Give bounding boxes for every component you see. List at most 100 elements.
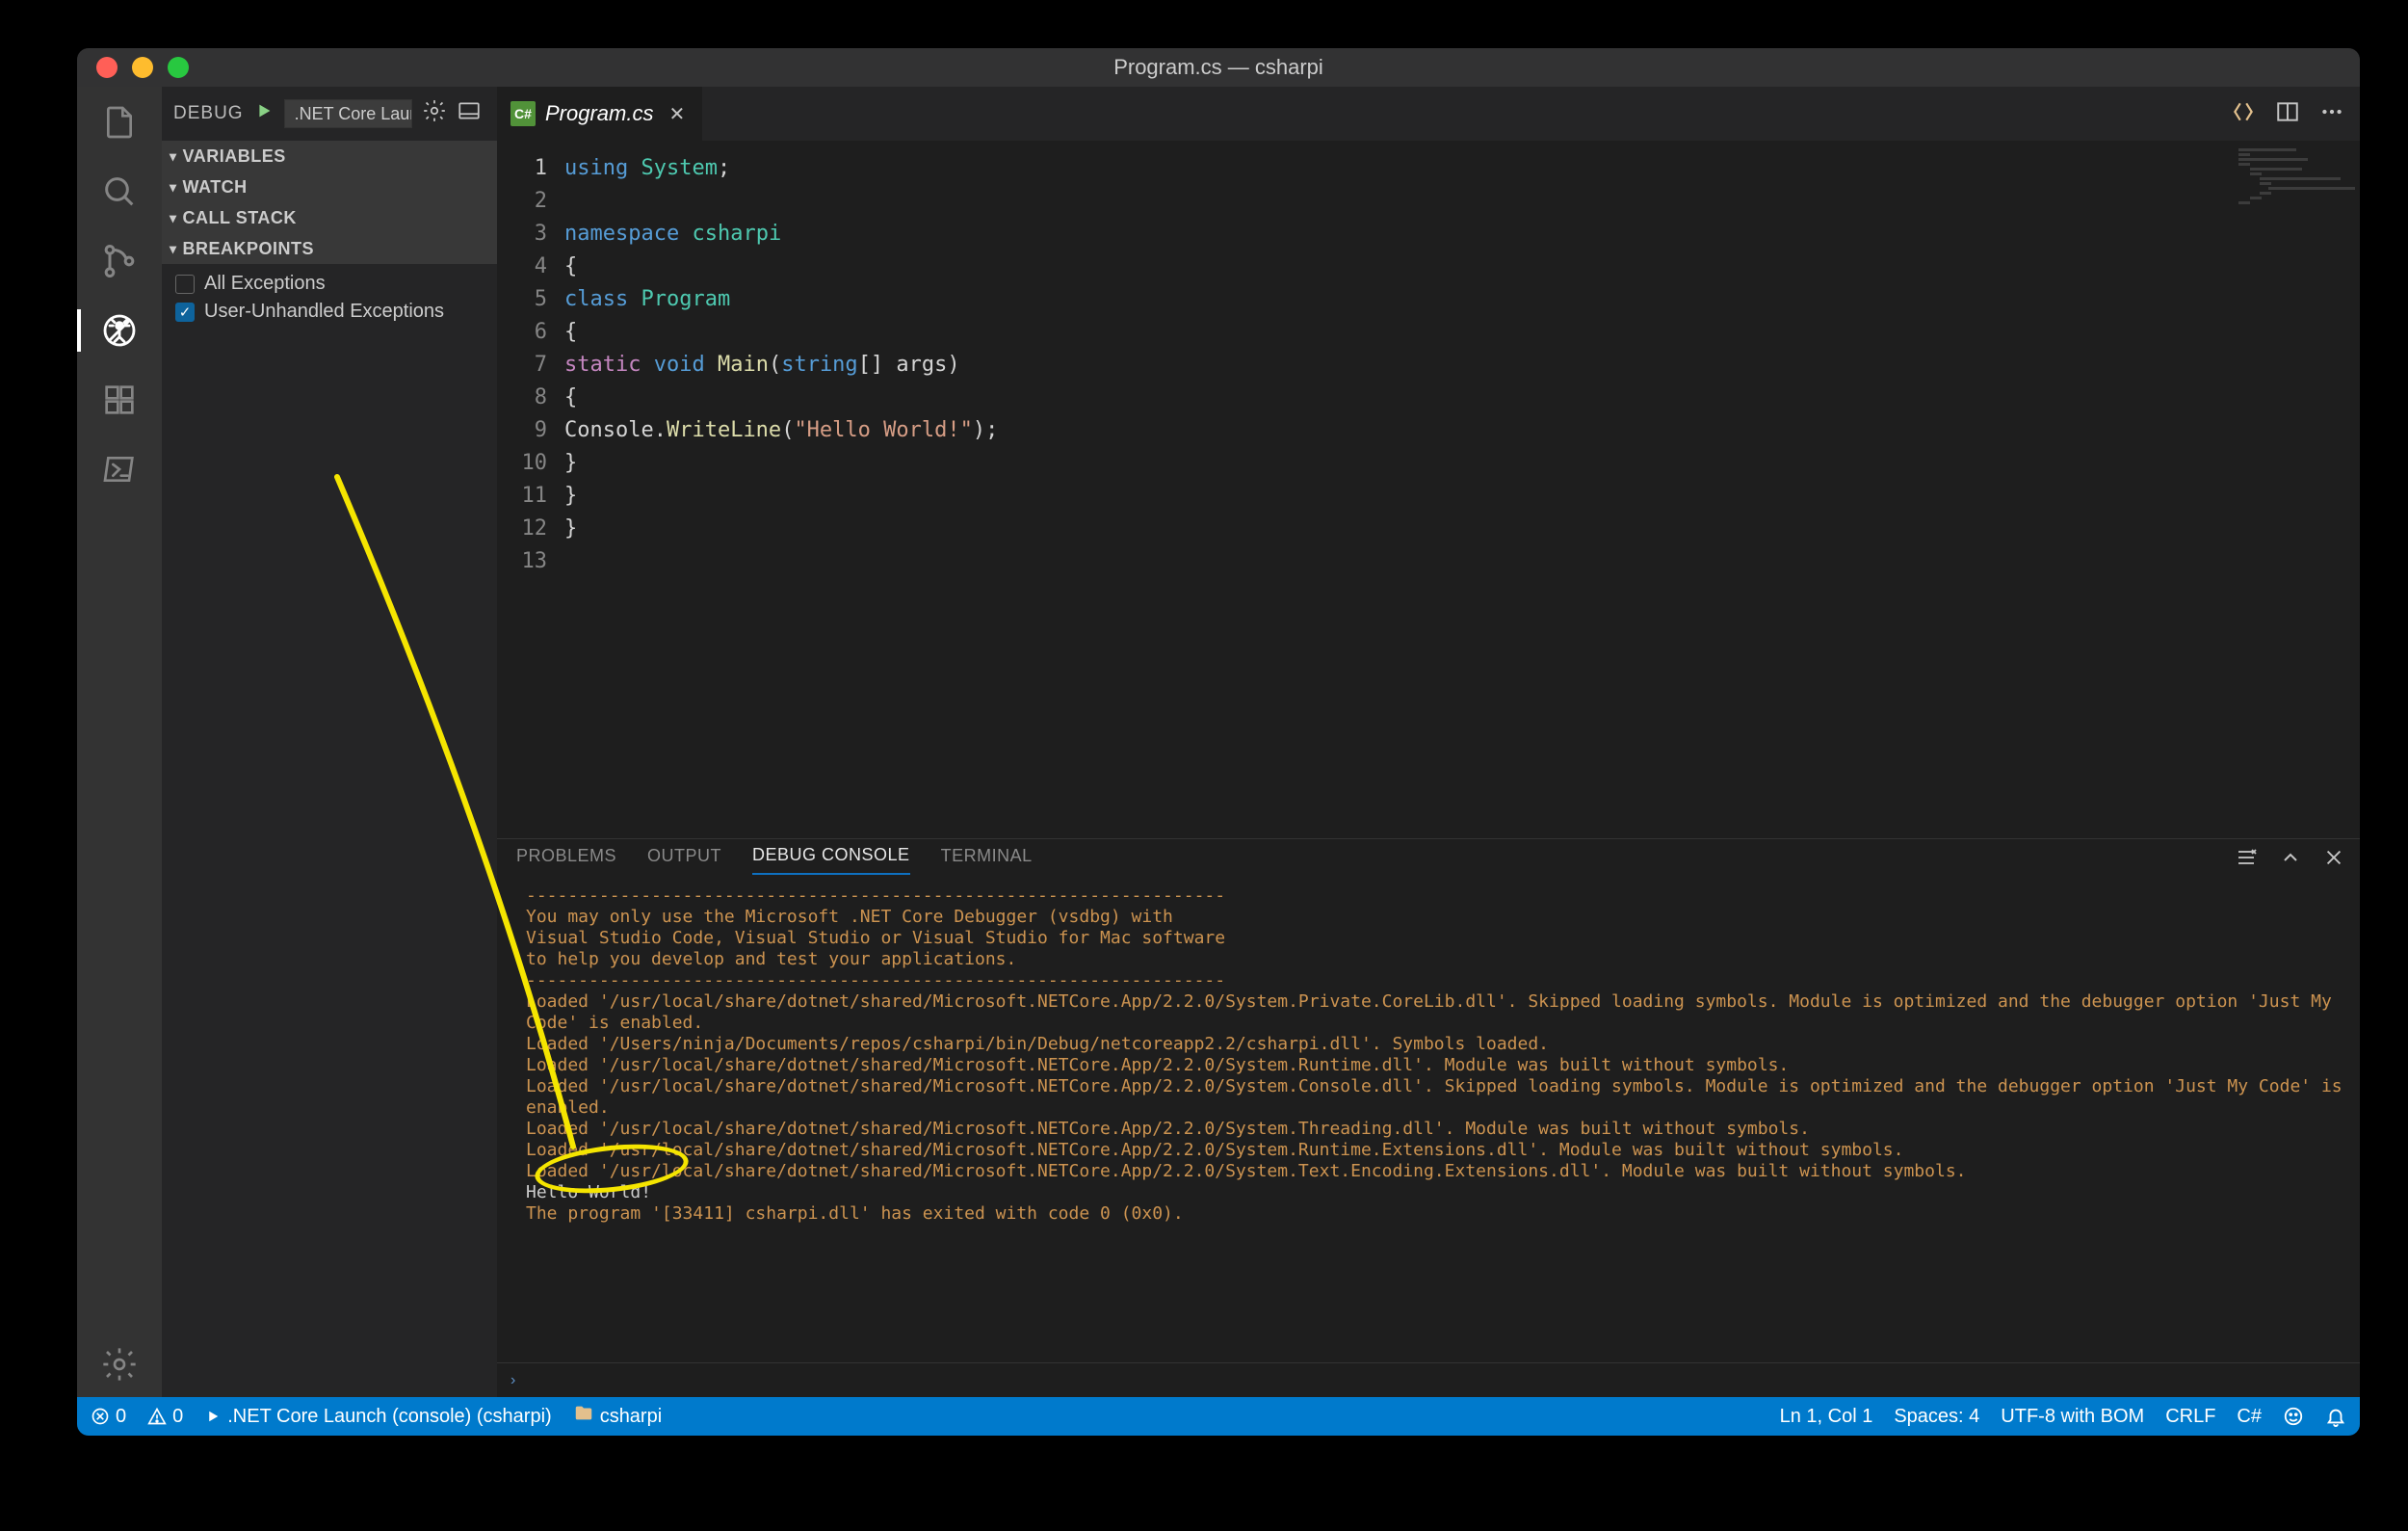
variables-label: VARIABLES: [183, 146, 286, 167]
line-number: 1: [497, 152, 547, 185]
console-line: Loaded '/usr/local/share/dotnet/shared/M…: [526, 1076, 2344, 1119]
breakpoints-header[interactable]: ▾ BREAKPOINTS: [162, 233, 497, 264]
extensions-icon[interactable]: [98, 379, 141, 421]
warning-count: 0: [172, 1406, 183, 1428]
line-number: 9: [497, 414, 547, 447]
line-number: 5: [497, 283, 547, 316]
notifications-bell-icon[interactable]: [2325, 1406, 2346, 1427]
watch-section: ▾ WATCH: [162, 172, 497, 202]
variables-section: ▾ VARIABLES: [162, 141, 497, 172]
breakpoint-row[interactable]: ✓ User-Unhandled Exceptions: [171, 298, 487, 326]
close-panel-icon[interactable]: [2323, 847, 2344, 873]
more-actions-icon[interactable]: [2319, 99, 2344, 129]
code-editor[interactable]: 12345678910111213 using System; namespac…: [497, 141, 2360, 838]
debug-config-label: .NET Core Launc: [295, 104, 412, 124]
code-line[interactable]: class Program: [564, 283, 998, 316]
code-line[interactable]: }: [564, 513, 998, 545]
settings-gear-icon[interactable]: [98, 1343, 141, 1386]
launch-config-label: .NET Core Launch (console) (csharpi): [227, 1406, 551, 1428]
console-line: Loaded '/usr/local/share/dotnet/shared/M…: [526, 1119, 2344, 1140]
title-bar[interactable]: Program.cs — csharpi: [77, 48, 2360, 87]
line-number: 10: [497, 447, 547, 480]
tab-debug-console[interactable]: DEBUG CONSOLE: [752, 845, 910, 875]
explorer-icon[interactable]: [98, 101, 141, 144]
debug-settings-icon[interactable]: [422, 98, 447, 129]
code-line[interactable]: using System;: [564, 152, 998, 185]
close-tab-icon[interactable]: ✕: [668, 102, 685, 126]
code-line[interactable]: namespace csharpi: [564, 218, 998, 251]
status-language[interactable]: C#: [2237, 1406, 2262, 1428]
split-editor-icon[interactable]: [2275, 99, 2300, 129]
status-cursor[interactable]: Ln 1, Col 1: [1780, 1406, 1873, 1428]
tab-output[interactable]: OUTPUT: [647, 846, 721, 874]
feedback-smiley-icon[interactable]: [2283, 1406, 2304, 1427]
error-count: 0: [116, 1406, 126, 1428]
variables-header[interactable]: ▾ VARIABLES: [162, 141, 497, 172]
console-line: to help you develop and test your applic…: [526, 949, 2344, 970]
console-line: You may only use the Microsoft .NET Core…: [526, 907, 2344, 928]
status-folder[interactable]: csharpi: [573, 1403, 662, 1430]
tab-problems[interactable]: PROBLEMS: [516, 846, 616, 874]
breakpoints-section: ▾ BREAKPOINTS All Exceptions ✓ User-Unha…: [162, 233, 497, 331]
console-line: Loaded '/usr/local/share/dotnet/shared/M…: [526, 1140, 2344, 1161]
line-number: 6: [497, 316, 547, 349]
powershell-icon[interactable]: [98, 448, 141, 490]
status-debug-launch[interactable]: .NET Core Launch (console) (csharpi): [204, 1406, 551, 1428]
activity-bar: [77, 87, 162, 1397]
status-errors[interactable]: 0: [91, 1406, 126, 1428]
code-line[interactable]: [564, 185, 998, 218]
code-line[interactable]: {: [564, 251, 998, 283]
callstack-header[interactable]: ▾ CALL STACK: [162, 202, 497, 233]
code-line[interactable]: Console.WriteLine("Hello World!");: [564, 414, 998, 447]
line-number: 13: [497, 545, 547, 578]
line-number: 12: [497, 513, 547, 545]
close-window-button[interactable]: [96, 57, 118, 78]
debug-console-input[interactable]: ›: [497, 1362, 2360, 1397]
code-line[interactable]: }: [564, 480, 998, 513]
code-line[interactable]: }: [564, 447, 998, 480]
checkbox-checked[interactable]: ✓: [175, 303, 195, 322]
window-title: Program.cs — csharpi: [77, 55, 2360, 80]
status-indent[interactable]: Spaces: 4: [1894, 1406, 1979, 1428]
code-line[interactable]: {: [564, 382, 998, 414]
code-content[interactable]: using System; namespace csharpi{ class P…: [564, 141, 998, 838]
line-number: 3: [497, 218, 547, 251]
code-line[interactable]: static void Main(string[] args): [564, 349, 998, 382]
code-line[interactable]: {: [564, 316, 998, 349]
status-eol[interactable]: CRLF: [2165, 1406, 2215, 1428]
collapse-panel-icon[interactable]: [2279, 846, 2302, 874]
status-bar: 0 0 .NET Core Launch (console) (csharpi)…: [77, 1397, 2360, 1436]
search-icon[interactable]: [98, 171, 141, 213]
line-number: 4: [497, 251, 547, 283]
minimize-window-button[interactable]: [132, 57, 153, 78]
debug-console-toggle-icon[interactable]: [457, 98, 482, 129]
console-line: Visual Studio Code, Visual Studio or Vis…: [526, 928, 2344, 949]
debug-console-output[interactable]: ----------------------------------------…: [497, 880, 2360, 1362]
panel-tabs: PROBLEMS OUTPUT DEBUG CONSOLE TERMINAL: [497, 839, 2360, 880]
editor-tab[interactable]: C# Program.cs ✕: [497, 87, 703, 141]
code-line[interactable]: [564, 545, 998, 578]
checkbox-unchecked[interactable]: [175, 275, 195, 294]
clear-console-icon[interactable]: [2235, 846, 2258, 874]
line-number-gutter: 12345678910111213: [497, 141, 564, 838]
source-control-icon[interactable]: [98, 240, 141, 282]
folder-icon: [573, 1403, 594, 1430]
folder-label: csharpi: [600, 1406, 662, 1428]
debug-title: DEBUG: [173, 103, 244, 124]
breakpoint-row[interactable]: All Exceptions: [171, 270, 487, 298]
main-area: DEBUG .NET Core Launc ▾ ▾ VARIA: [77, 87, 2360, 1397]
debug-icon[interactable]: [98, 309, 141, 352]
maximize-window-button[interactable]: [168, 57, 189, 78]
line-number: 8: [497, 382, 547, 414]
minimap[interactable]: [2238, 146, 2354, 262]
tab-bar: C# Program.cs ✕: [497, 87, 2360, 141]
status-warnings[interactable]: 0: [147, 1406, 183, 1428]
console-line: Loaded '/Users/ninja/Documents/repos/csh…: [526, 1034, 2344, 1055]
debug-config-dropdown[interactable]: .NET Core Launc ▾: [284, 99, 412, 128]
start-debug-button[interactable]: [253, 100, 275, 127]
breakpoints-body: All Exceptions ✓ User-Unhandled Exceptio…: [162, 264, 497, 331]
compare-changes-icon[interactable]: [2231, 99, 2256, 129]
watch-header[interactable]: ▾ WATCH: [162, 172, 497, 202]
tab-terminal[interactable]: TERMINAL: [941, 846, 1033, 874]
status-encoding[interactable]: UTF-8 with BOM: [2001, 1406, 2144, 1428]
